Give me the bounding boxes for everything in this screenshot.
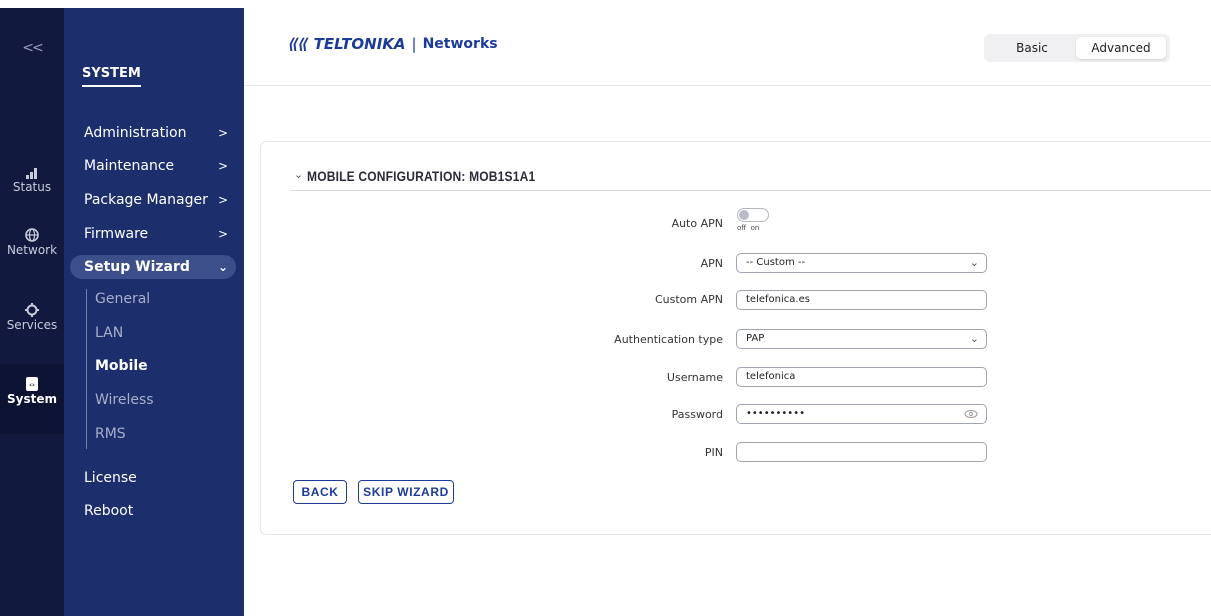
skip-wizard-button[interactable]: SKIP WIZARD xyxy=(358,480,454,504)
apn-label: APN xyxy=(700,257,723,270)
nav-label: License xyxy=(84,470,137,486)
toggle-state-labels: off on xyxy=(737,224,759,232)
eye-icon[interactable] xyxy=(964,409,978,419)
apn-select[interactable]: -- Custom -- ⌄ xyxy=(736,253,987,273)
apn-select-value: -- Custom -- xyxy=(746,257,806,268)
icon-rail: << Status Network Services ‹› System xyxy=(0,8,64,616)
logo-text: TELTONIKA xyxy=(313,35,406,53)
wizard-step-wireless[interactable]: Wireless xyxy=(95,392,154,408)
chevron-down-icon: ⌄ xyxy=(969,256,979,269)
collapse-sidebar-icon[interactable]: << xyxy=(0,40,64,56)
password-value: •••••••••• xyxy=(746,408,805,419)
code-file-icon: ‹› xyxy=(26,377,38,391)
nav-label: Maintenance xyxy=(84,158,175,174)
globe-icon xyxy=(25,228,39,242)
toggle-on-label: on xyxy=(750,224,760,232)
subnav-title: SYSTEM xyxy=(82,66,141,87)
wizard-tree-line xyxy=(86,289,87,449)
nav-label: Administration xyxy=(84,125,187,141)
nav-item-license[interactable]: License xyxy=(84,466,236,490)
mobile-config-card: ⌄ MOBILE CONFIGURATION: MOB1S1A1 Auto AP… xyxy=(260,141,1211,535)
rail-item-status[interactable]: Status xyxy=(0,160,64,212)
custom-apn-input[interactable]: telefonica.es xyxy=(736,290,987,310)
auto-apn-toggle[interactable] xyxy=(737,208,769,222)
auth-type-label: Authentication type xyxy=(614,333,723,346)
nav-item-firmware[interactable]: Firmware > xyxy=(84,222,236,246)
rail-label-status: Status xyxy=(12,180,52,194)
toggle-off-label: off xyxy=(737,224,747,232)
custom-apn-label: Custom APN xyxy=(654,293,723,306)
auth-type-select[interactable]: PAP ⌄ xyxy=(736,329,987,349)
rail-label-system: System xyxy=(7,392,57,406)
nav-item-maintenance[interactable]: Maintenance > xyxy=(84,154,236,178)
username-input[interactable]: telefonica xyxy=(736,367,987,387)
system-subnav: SYSTEM Administration > Maintenance > Pa… xyxy=(64,8,244,616)
top-header: ⟪⟪ TELTONIKA | Networks Basic Advanced xyxy=(244,8,1211,86)
logo-subtitle: Networks xyxy=(422,36,498,52)
app-window: << Status Network Services ‹› System SYS… xyxy=(0,0,1211,616)
nav-label: Package Manager xyxy=(84,192,208,208)
rail-item-system[interactable]: ‹› System xyxy=(0,364,64,434)
chevron-right-icon: > xyxy=(217,159,228,173)
svg-text:‹›: ‹› xyxy=(29,381,35,389)
chevron-right-icon: > xyxy=(217,227,228,241)
gear-icon xyxy=(25,303,39,317)
password-label: Password xyxy=(671,408,723,421)
wizard-step-rms[interactable]: RMS xyxy=(95,426,126,442)
wizard-step-lan[interactable]: LAN xyxy=(95,325,123,341)
chevron-down-icon: ⌄ xyxy=(217,260,228,274)
chevron-right-icon: > xyxy=(217,126,228,140)
auth-type-value: PAP xyxy=(746,333,765,344)
rail-label-services: Services xyxy=(6,318,58,332)
teltonika-logo[interactable]: ⟪⟪ TELTONIKA | Networks xyxy=(288,35,498,53)
nav-label: Setup Wizard xyxy=(84,259,190,275)
section-divider xyxy=(290,190,1211,191)
chevron-down-icon[interactable]: ⌄ xyxy=(294,168,304,181)
rail-item-network[interactable]: Network xyxy=(0,223,64,275)
mode-basic-button[interactable]: Basic xyxy=(990,37,1074,59)
pin-label: PIN xyxy=(704,446,723,459)
wizard-step-mobile[interactable]: Mobile xyxy=(95,358,148,374)
rail-item-services[interactable]: Services xyxy=(0,298,64,350)
rail-label-network: Network xyxy=(6,243,58,257)
back-button[interactable]: BACK xyxy=(293,480,347,504)
password-input[interactable]: •••••••••• xyxy=(736,404,987,424)
nav-label: Reboot xyxy=(84,503,134,519)
wizard-step-general[interactable]: General xyxy=(95,291,150,307)
chevron-right-icon: > xyxy=(217,193,228,207)
nav-item-setup-wizard[interactable]: Setup Wizard ⌄ xyxy=(70,255,236,279)
nav-item-reboot[interactable]: Reboot xyxy=(84,499,236,523)
nav-item-administration[interactable]: Administration > xyxy=(84,121,236,145)
nav-label: Firmware xyxy=(84,226,149,242)
chevron-down-icon: ⌄ xyxy=(969,332,979,345)
logo-mark-icon: ⟪⟪ xyxy=(288,35,309,53)
pin-input[interactable] xyxy=(736,442,987,462)
mode-advanced-button[interactable]: Advanced xyxy=(1076,37,1166,59)
mode-toggle: Basic Advanced xyxy=(984,34,1170,62)
section-title[interactable]: MOBILE CONFIGURATION: MOB1S1A1 xyxy=(307,168,535,184)
toggle-knob xyxy=(739,210,749,220)
logo-separator: | xyxy=(411,35,417,53)
username-label: Username xyxy=(666,371,723,384)
nav-item-package-manager[interactable]: Package Manager > xyxy=(84,188,236,212)
signal-bars-icon xyxy=(26,168,37,179)
auto-apn-label: Auto APN xyxy=(671,217,723,230)
